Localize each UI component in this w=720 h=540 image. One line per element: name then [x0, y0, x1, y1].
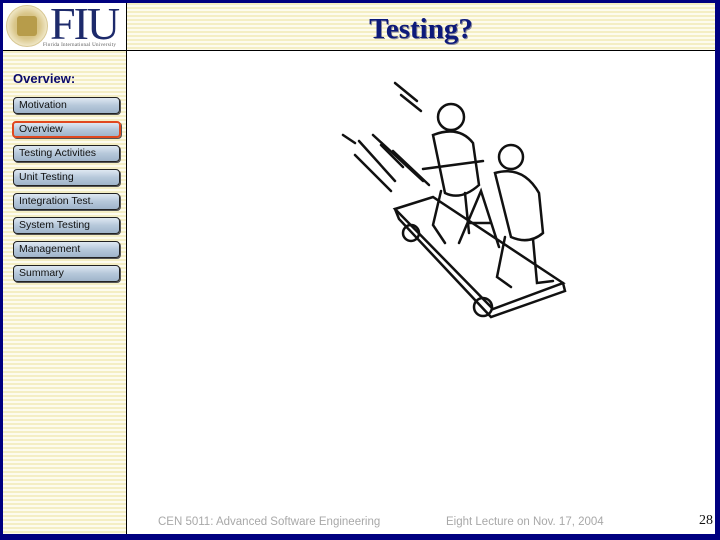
handcar-illustration: [341, 81, 567, 319]
section-label: Overview:: [13, 71, 76, 86]
speed-line: [341, 133, 357, 145]
speed-line: [357, 139, 397, 183]
slide-title: Testing?: [369, 13, 473, 45]
page-number: 28: [699, 513, 713, 528]
slide-header: FIU Florida International University Tes…: [3, 3, 715, 51]
man-body: [493, 170, 545, 242]
footer-lecture: Eight Lecture on Nov. 17, 2004: [446, 516, 604, 528]
nav-integration-test[interactable]: Integration Test.: [13, 193, 120, 210]
man-head: [436, 102, 466, 132]
man-head: [497, 143, 525, 171]
nav-unit-testing[interactable]: Unit Testing: [13, 169, 120, 186]
nav-management[interactable]: Management: [13, 241, 120, 258]
fiu-logo: FIU Florida International University: [3, 3, 127, 50]
university-seal-icon: [6, 5, 48, 47]
nav-summary[interactable]: Summary: [13, 265, 120, 282]
nav-testing-activities[interactable]: Testing Activities: [13, 145, 120, 162]
nav-overview[interactable]: Overview: [12, 121, 121, 138]
slide: FIU Florida International University Tes…: [3, 3, 715, 534]
pump-handle: [421, 159, 485, 171]
speed-line: [353, 153, 393, 193]
handcar-platform: [392, 195, 566, 311]
man-leg: [531, 237, 555, 285]
logo-subtitle: Florida International University: [43, 43, 117, 48]
speed-line: [371, 133, 425, 183]
nav-system-testing[interactable]: System Testing: [13, 217, 120, 234]
footer-course: CEN 5011: Advanced Software Engineering: [158, 516, 381, 528]
nav-motivation[interactable]: Motivation: [13, 97, 120, 114]
handcar-platform-edge: [393, 207, 567, 319]
sidebar: Overview: Motivation Overview Testing Ac…: [3, 51, 127, 534]
